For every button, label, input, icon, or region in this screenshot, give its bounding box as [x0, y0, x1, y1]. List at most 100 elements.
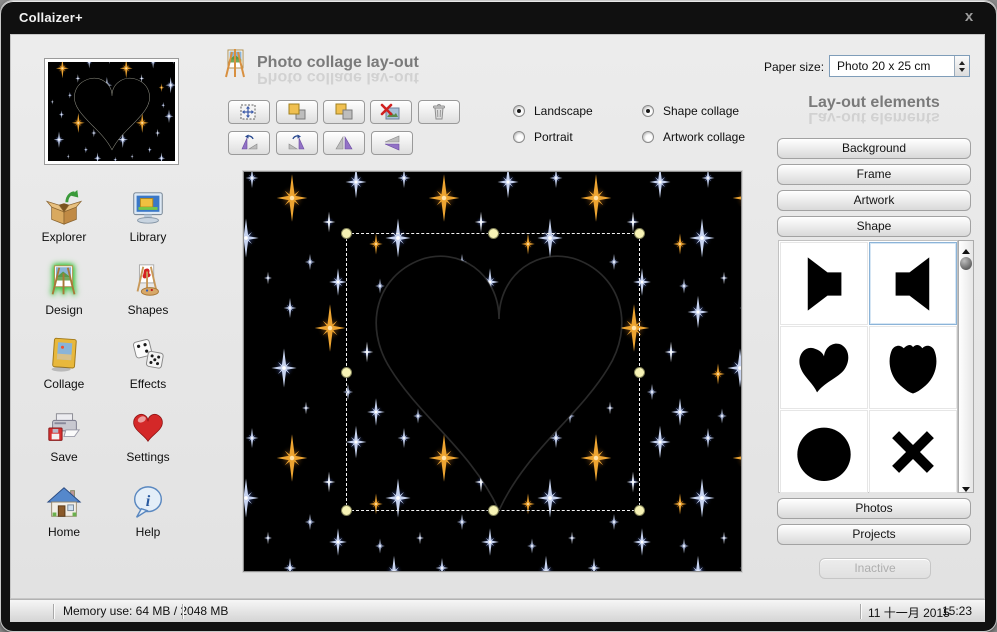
sidebar-item-label: Shapes [106, 303, 190, 317]
scroll-up-icon[interactable] [959, 241, 973, 254]
page-title: Photo collage lay-out [257, 54, 419, 72]
handle-bottom-left[interactable] [341, 505, 352, 516]
sidebar-item-library[interactable]: Library [106, 189, 190, 244]
thumbnail-starfield [48, 62, 175, 161]
rotate-left-button[interactable] [228, 131, 270, 155]
layout-elements-title: Lay-out elements [770, 94, 978, 112]
sidebar-item-label: Collage [22, 377, 106, 391]
scroll-down-icon[interactable] [959, 479, 973, 492]
computer-icon [129, 189, 167, 227]
handle-top-right[interactable] [634, 228, 645, 239]
sidebar-item-label: Settings [106, 450, 190, 464]
handle-middle-left[interactable] [341, 367, 352, 378]
sidebar-item-settings[interactable]: Settings [106, 409, 190, 464]
shape-button[interactable]: Shape [777, 216, 971, 237]
radio-label: Landscape [534, 104, 593, 118]
radio-label: Portrait [534, 130, 573, 144]
paper-size-select[interactable]: Photo 20 x 25 cm [829, 55, 970, 77]
sidebar-item-label: Save [22, 450, 106, 464]
flip-horizontal-icon [332, 134, 356, 152]
flip-vertical-button[interactable] [371, 131, 413, 155]
rotate-right-button[interactable] [276, 131, 318, 155]
selection-rectangle[interactable] [346, 233, 640, 511]
picture-frame-icon [45, 336, 83, 374]
handle-bottom-right[interactable] [634, 505, 645, 516]
handle-middle-right[interactable] [634, 367, 645, 378]
sidebar-item-shapes[interactable]: Shapes [106, 262, 190, 317]
scrollbar-thumb[interactable] [960, 257, 972, 270]
shape-shield[interactable] [869, 326, 957, 409]
handle-top-left[interactable] [341, 228, 352, 239]
send-backward-button[interactable] [323, 100, 365, 124]
shape-speaker-right[interactable] [780, 242, 868, 325]
delete-image-button[interactable] [370, 100, 412, 124]
photos-button[interactable]: Photos [777, 498, 971, 519]
title-bar: Collaizer+ x [1, 1, 996, 34]
radio-icon [642, 105, 654, 117]
sidebar-item-label: Design [22, 303, 106, 317]
shape-speaker-left[interactable] [869, 242, 957, 325]
spinner-icon[interactable] [954, 56, 969, 76]
collage-canvas[interactable] [243, 171, 742, 572]
printer-floppy-icon [45, 409, 83, 447]
speaker-right-shape [795, 255, 853, 313]
svg-text:i: i [146, 493, 151, 510]
shape-gallery-scrollbar[interactable] [958, 240, 974, 493]
shape-heart[interactable] [780, 326, 868, 409]
radio-artwork-collage[interactable]: Artwork collage [642, 130, 745, 144]
radio-portrait[interactable]: Portrait [513, 130, 573, 144]
background-button[interactable]: Background [777, 138, 971, 159]
collage-thumbnail [44, 58, 179, 165]
radio-shape-collage[interactable]: Shape collage [642, 104, 739, 118]
send-backward-icon [332, 103, 356, 121]
shape-cross[interactable] [869, 410, 957, 493]
radio-label: Artwork collage [663, 130, 745, 144]
sidebar-item-help[interactable]: i Help [106, 484, 190, 539]
shape-gallery [778, 240, 958, 493]
memory-usage: Memory use: 64 MB / 2048 MB [63, 604, 228, 618]
radio-landscape[interactable]: Landscape [513, 104, 593, 118]
sidebar-item-effects[interactable]: Effects [106, 336, 190, 391]
speaker-left-shape [884, 255, 942, 313]
projects-button[interactable]: Projects [777, 524, 971, 545]
dice-icon [129, 336, 167, 374]
handle-bottom-middle[interactable] [488, 505, 499, 516]
sidebar-item-collage[interactable]: Collage [22, 336, 106, 391]
cross-shape [884, 423, 942, 481]
paper-size-value: Photo 20 x 25 cm [830, 56, 954, 76]
transform-button[interactable] [228, 100, 270, 124]
sidebar-item-home[interactable]: Home [22, 484, 106, 539]
bring-forward-icon [285, 103, 309, 121]
circle-shape [795, 423, 853, 481]
handle-top-middle[interactable] [488, 228, 499, 239]
delete-image-icon [379, 103, 403, 121]
sidebar-item-label: Library [106, 230, 190, 244]
transform-icon [237, 103, 261, 121]
inactive-button: Inactive [819, 558, 931, 579]
house-icon [45, 484, 83, 522]
easel-glow-icon [45, 262, 83, 300]
sidebar-item-label: Effects [106, 377, 190, 391]
radio-label: Shape collage [663, 104, 739, 118]
sidebar-item-label: Help [106, 525, 190, 539]
window-title: Collaizer+ [19, 10, 83, 25]
sidebar-item-design[interactable]: Design [22, 262, 106, 317]
flip-horizontal-button[interactable] [323, 131, 365, 155]
status-bar: Memory use: 64 MB / 2048 MB 11 十一月 2015 … [10, 599, 985, 622]
layout-elements-title-reflection: Lay-out elements [770, 113, 978, 126]
artwork-button[interactable]: Artwork [777, 190, 971, 211]
info-bubble-icon: i [129, 484, 167, 522]
frame-button[interactable]: Frame [777, 164, 971, 185]
sidebar-item-save[interactable]: Save [22, 409, 106, 464]
trash-button[interactable] [418, 100, 460, 124]
app-window: Collaizer+ x Explorer Library Design Sha… [0, 0, 997, 632]
rotate-left-icon [237, 134, 261, 152]
main-content: Explorer Library Design Shapes Collage E… [10, 34, 985, 599]
radio-icon [513, 105, 525, 117]
bring-forward-button[interactable] [276, 100, 318, 124]
heart-icon [129, 409, 167, 447]
shape-circle[interactable] [780, 410, 868, 493]
close-icon[interactable]: x [958, 6, 980, 28]
heart-shape [795, 339, 853, 397]
sidebar-item-explorer[interactable]: Explorer [22, 189, 106, 244]
